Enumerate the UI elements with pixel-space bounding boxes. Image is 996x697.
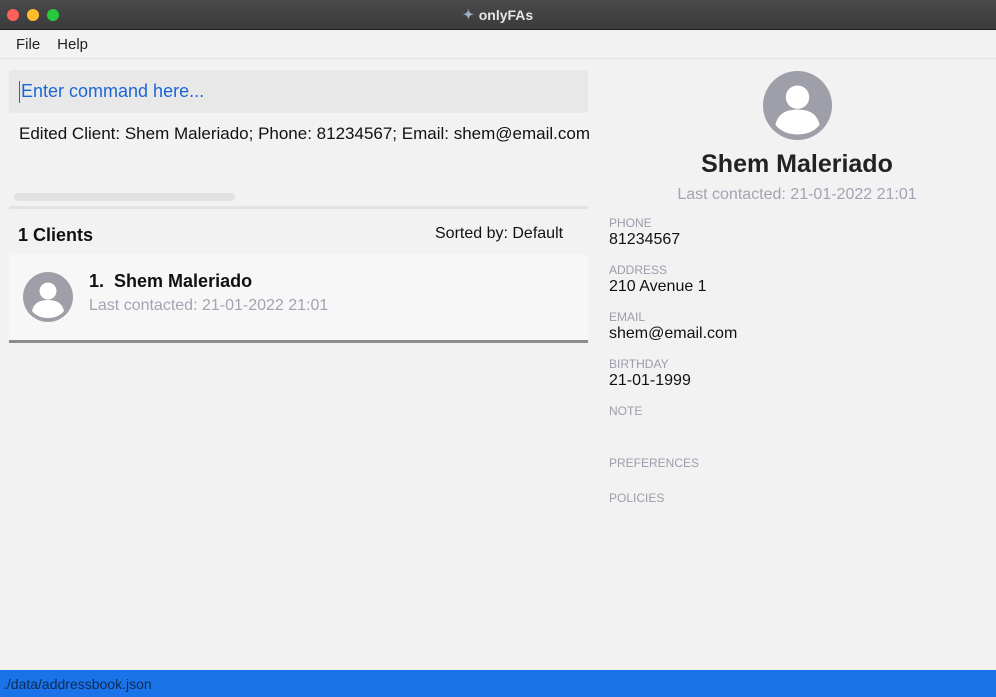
profile-avatar-icon [763,71,832,140]
client-count: 1 Clients [18,225,94,245]
app-logo-icon: ✦ [462,7,474,22]
birthday-label: BIRTHDAY [609,357,669,371]
menu-file[interactable]: File [16,36,40,53]
window-title-area: ✦ onlyFAs [0,0,996,30]
client-card[interactable]: 1. Shem Maleriado Last contacted: 21-01-… [9,255,588,343]
email-value: shem@email.com [609,325,738,342]
preferences-label: PREFERENCES [609,456,700,470]
title-bar: ✦ onlyFAs [0,0,996,30]
data-file-path: ./data/addressbook.json [3,675,152,692]
client-index: 1. [89,271,105,291]
address-label: ADDRESS [609,263,668,277]
detail-client-name: Shem Maleriado [701,150,893,178]
text-caret [19,80,20,103]
detail-last-contacted: Last contacted: 21-01-2022 21:01 [677,186,917,203]
address-value: 210 Avenue 1 [609,278,707,295]
status-bar: ./data/addressbook.json [0,670,996,697]
sort-label: Sorted by: Default [435,225,564,242]
panel-divider [9,206,588,209]
client-last-contacted: Last contacted: 21-01-2022 21:01 [89,297,329,314]
menu-bar: File Help [0,30,996,59]
note-label: NOTE [609,404,643,418]
policies-label: POLICIES [609,491,665,505]
phone-value: 81234567 [609,231,681,248]
window-title: onlyFAs [478,7,534,23]
menu-help[interactable]: Help [57,36,88,53]
result-scrollbar[interactable] [14,193,235,201]
result-display: Edited Client: Shem Maleriado; Phone: 81… [19,124,589,143]
email-label: EMAIL [609,310,646,324]
avatar-icon [23,272,73,322]
client-name: 1. Shem Maleriado [89,271,252,292]
command-input[interactable] [21,81,561,102]
phone-label: PHONE [609,216,652,230]
birthday-value: 21-01-1999 [609,372,691,389]
client-name-text: Shem Maleriado [114,271,253,291]
command-box[interactable] [9,70,588,113]
